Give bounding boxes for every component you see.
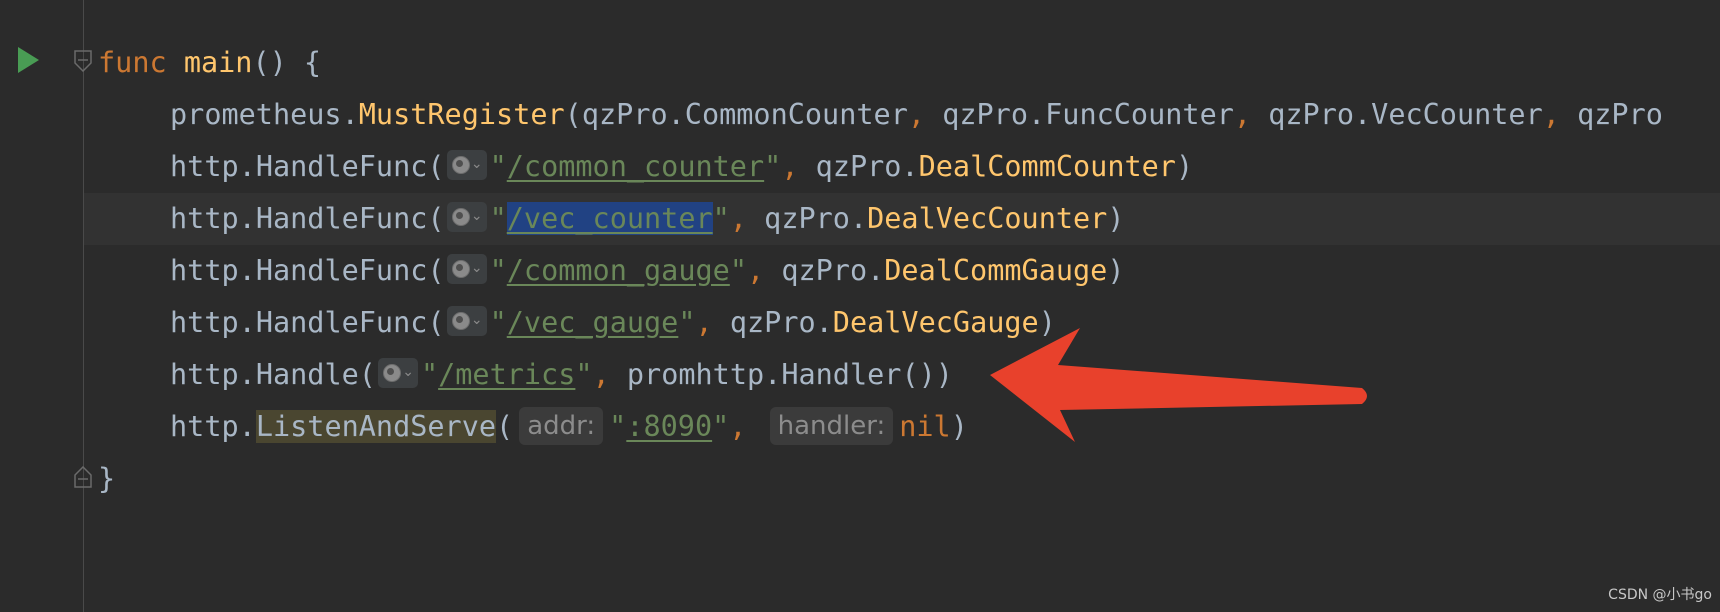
red-arrow-annotation [990, 328, 1367, 442]
watermark: CSDN @小书go [1608, 587, 1712, 603]
